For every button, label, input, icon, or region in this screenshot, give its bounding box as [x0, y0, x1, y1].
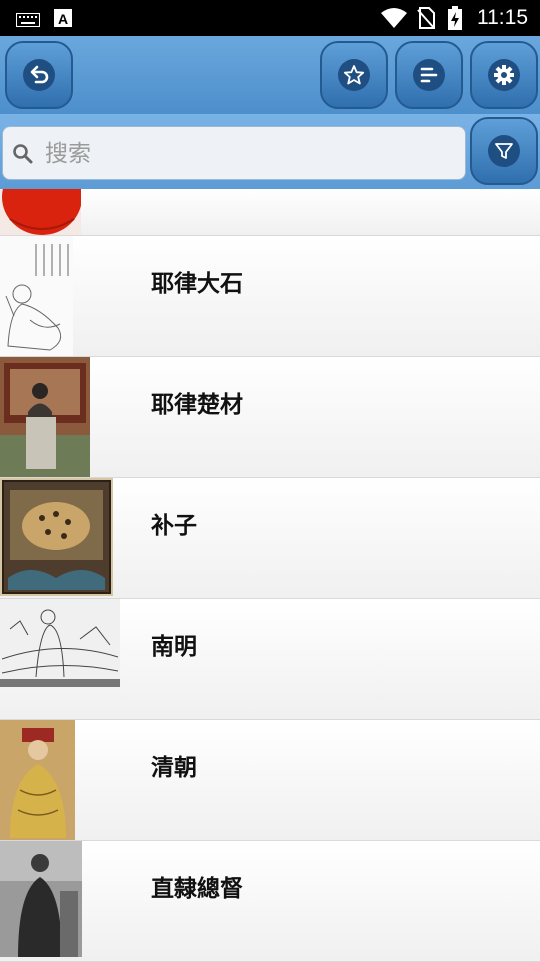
- list-item[interactable]: 耶律大石: [0, 236, 540, 357]
- settings-button[interactable]: [470, 41, 538, 109]
- list-item-title: 南明: [151, 634, 197, 660]
- search-field[interactable]: [2, 126, 466, 181]
- list-item[interactable]: [0, 189, 540, 236]
- list-item[interactable]: 补子: [0, 478, 540, 599]
- font-a-icon: A: [54, 9, 72, 31]
- search-input[interactable]: [43, 127, 457, 181]
- battery-charging-icon: [448, 6, 462, 34]
- list-item-thumbnail: [0, 189, 81, 235]
- list-item[interactable]: 直隸總督: [0, 841, 540, 962]
- list-item-thumbnail: [0, 841, 82, 957]
- search-icon: [12, 143, 34, 169]
- list-item-title: 清朝: [151, 755, 197, 781]
- filter-button[interactable]: [470, 117, 538, 185]
- filter-funnel-icon: [488, 135, 520, 167]
- search-bar: [0, 114, 540, 189]
- status-bar: A 11:15: [0, 0, 540, 36]
- wifi-icon: [380, 7, 408, 33]
- list-item-title: 耶律楚材: [151, 392, 243, 418]
- sort-list-icon: [413, 59, 445, 91]
- list-item[interactable]: 清朝: [0, 720, 540, 841]
- list-item-thumbnail: [0, 599, 120, 687]
- favorites-button[interactable]: [320, 41, 388, 109]
- list-item[interactable]: 南明: [0, 599, 540, 720]
- list-item-title: 耶律大石: [151, 271, 243, 297]
- list-item-thumbnail: [0, 478, 113, 596]
- list-item[interactable]: 耶律楚材: [0, 357, 540, 478]
- list-item-thumbnail: [0, 357, 90, 477]
- list-item-title: 直隸總督: [151, 876, 243, 902]
- svg-text:A: A: [58, 11, 68, 27]
- article-list: 耶律大石 耶律楚材 补子 南明 清朝 直隸總督: [0, 189, 540, 962]
- clock-time: 11:15: [477, 6, 528, 29]
- gear-icon: [488, 59, 520, 91]
- keyboard-icon: [16, 12, 40, 31]
- sort-button[interactable]: [395, 41, 463, 109]
- list-item-thumbnail: [0, 720, 75, 840]
- top-toolbar: [0, 36, 540, 115]
- back-button[interactable]: [5, 41, 73, 109]
- list-item-title: 补子: [151, 513, 197, 539]
- list-item-thumbnail: [0, 236, 73, 356]
- star-icon: [338, 59, 370, 91]
- back-arrow-icon: [23, 59, 55, 91]
- no-sim-icon: [417, 7, 435, 33]
